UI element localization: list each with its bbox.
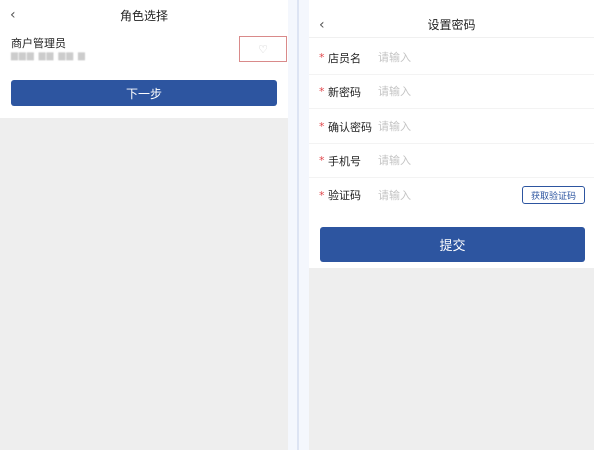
- role-name: 商户管理员: [11, 37, 66, 50]
- field-label: 新密码: [328, 85, 361, 99]
- field-row-phone: * 手机号: [309, 144, 594, 178]
- staff-name-input[interactable]: [378, 51, 518, 64]
- submit-button[interactable]: 提交: [320, 227, 585, 262]
- set-password-screen: ‹ 设置密码 * 店员名 * 新密码 * 确认密码 * 手机号 * 验证码 获取…: [309, 0, 594, 450]
- role-select-radio[interactable]: ♡: [239, 36, 287, 62]
- nav-bar: ‹ 角色选择: [0, 3, 288, 27]
- role-store-info-blurred: ▆▆▆ ▆▆ ▆▆ ▆: [11, 51, 86, 61]
- page-title: 角色选择: [119, 8, 168, 23]
- next-button[interactable]: 下一步: [11, 80, 277, 106]
- field-row-new-password: * 新密码: [309, 75, 594, 109]
- field-row-confirm-password: * 确认密码: [309, 110, 594, 144]
- verify-code-input[interactable]: [378, 188, 518, 202]
- required-mark: *: [319, 120, 325, 133]
- required-mark: *: [319, 188, 325, 202]
- back-icon[interactable]: ‹: [10, 8, 16, 22]
- confirm-password-input[interactable]: [378, 120, 518, 133]
- get-code-button[interactable]: 获取验证码: [522, 186, 585, 204]
- page-title: 设置密码: [427, 18, 476, 32]
- field-label: 验证码: [328, 189, 361, 202]
- new-password-input[interactable]: [378, 85, 518, 98]
- back-icon[interactable]: ‹: [319, 18, 325, 32]
- phone-input[interactable]: [378, 154, 518, 167]
- field-row-verify-code: * 验证码 获取验证码: [309, 178, 594, 212]
- radio-heart-icon: ♡: [258, 42, 268, 56]
- field-label: 店员名: [328, 51, 361, 65]
- role-select-screen: ‹ 角色选择 商户管理员 ▆▆▆ ▆▆ ▆▆ ▆ ♡ 下一步: [0, 0, 288, 450]
- screen-divider: [297, 0, 299, 450]
- field-label: 手机号: [328, 154, 361, 168]
- required-mark: *: [319, 154, 325, 167]
- field-label: 确认密码: [328, 120, 372, 134]
- required-mark: *: [319, 85, 325, 98]
- required-mark: *: [319, 51, 325, 64]
- field-row-staff-name: * 店员名: [309, 41, 594, 75]
- nav-bar: ‹ 设置密码: [309, 12, 594, 38]
